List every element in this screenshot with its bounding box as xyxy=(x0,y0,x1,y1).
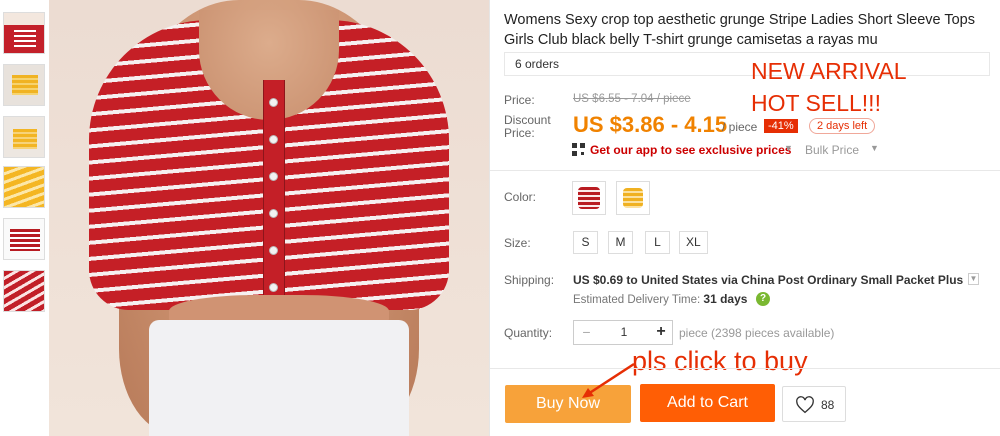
shipping-via: via xyxy=(721,273,738,287)
thumbnail-yellow-fabric[interactable] xyxy=(3,166,45,208)
white-shorts xyxy=(149,320,409,436)
shipping-cost: US $0.69 xyxy=(573,273,624,287)
discount-percent-badge: -41% xyxy=(764,119,798,133)
add-to-cart-button[interactable]: Add to Cart xyxy=(640,384,775,422)
color-swatch-yellow[interactable] xyxy=(616,181,650,215)
shipping-label: Shipping: xyxy=(504,273,555,287)
quantity-input[interactable]: 1 xyxy=(599,321,649,344)
qr-code-icon xyxy=(572,143,585,156)
shirt-button xyxy=(269,209,278,218)
shirt-button xyxy=(269,135,278,144)
orders-count: 6 orders xyxy=(515,57,560,71)
quantity-increase-button[interactable]: + xyxy=(649,321,673,344)
orders-box: 6 orders xyxy=(504,52,990,76)
estimated-delivery-days: 31 days xyxy=(703,292,748,306)
bulk-price-link[interactable]: Bulk Price xyxy=(805,143,859,157)
shipping-details[interactable]: US $0.69 to United States via China Post… xyxy=(573,273,963,287)
thumbnail-strip xyxy=(0,0,50,436)
thumbnail-red-front[interactable] xyxy=(3,12,45,54)
promo-hot-sell: HOT SELL!!! xyxy=(751,90,881,116)
color-swatch-red[interactable] xyxy=(572,181,606,215)
discount-label-line1: Discount xyxy=(504,113,551,127)
size-option-m[interactable]: M xyxy=(608,231,633,254)
shipping-method: China Post Ordinary Small Packet Plus xyxy=(741,273,964,287)
estimated-delivery-label: Estimated Delivery Time: xyxy=(573,294,701,306)
size-option-l[interactable]: L xyxy=(645,231,670,254)
quantity-label: Quantity: xyxy=(504,326,553,340)
quantity-stepper: − 1 + xyxy=(573,320,673,345)
discount-price-label: Discount Price: xyxy=(504,114,551,140)
shipping-destination: United States xyxy=(641,273,718,287)
thumbnail-yellow-front[interactable] xyxy=(3,64,45,106)
product-info-panel: Womens Sexy crop top aesthetic grunge St… xyxy=(490,0,1000,436)
thumbnail-yellow-model[interactable] xyxy=(3,116,45,158)
time-left-badge: 2 days left xyxy=(809,118,876,134)
size-label: Size: xyxy=(504,236,531,250)
shipping-to: to xyxy=(626,273,638,287)
heart-icon xyxy=(796,396,814,414)
red-arrow-annotation xyxy=(582,362,635,398)
product-title: Womens Sexy crop top aesthetic grunge St… xyxy=(504,12,975,48)
wishlist-count: 88 xyxy=(821,398,835,412)
promo-click-note: pls click to buy xyxy=(632,346,808,376)
discount-label-line2: Price: xyxy=(504,126,535,140)
shipping-dropdown-icon[interactable]: ▼ xyxy=(968,273,979,285)
discount-price: US $3.86 - 4.15 xyxy=(573,112,728,137)
size-option-s[interactable]: S xyxy=(573,231,598,254)
thumbnail-red-fabric[interactable] xyxy=(3,270,45,312)
check-icon: ? xyxy=(756,292,770,306)
color-label: Color: xyxy=(504,190,537,204)
wishlist-button[interactable]: 88 xyxy=(782,386,846,422)
price-unit: / piece xyxy=(722,120,758,134)
shirt-placket xyxy=(263,80,285,300)
original-price: US $6.55 - 7.04 / piece xyxy=(573,93,691,105)
size-option-xl[interactable]: XL xyxy=(679,231,708,254)
quantity-decrease-button[interactable]: − xyxy=(574,321,599,344)
shirt-button xyxy=(269,283,278,292)
section-divider xyxy=(490,170,1000,171)
main-product-image xyxy=(49,0,489,436)
shirt-button xyxy=(269,98,278,107)
shirt-button xyxy=(269,172,278,181)
price-label: Price: xyxy=(504,93,535,107)
chevron-down-icon[interactable]: ▼ xyxy=(784,143,793,153)
shirt-button xyxy=(269,246,278,255)
chevron-down-icon[interactable]: ▼ xyxy=(870,143,879,153)
promo-new-arrival: NEW ARRIVAL xyxy=(751,58,907,84)
section-divider xyxy=(490,368,1000,369)
thumbnail-red-flat[interactable] xyxy=(3,218,45,260)
app-exclusive-link[interactable]: Get our app to see exclusive prices xyxy=(590,143,791,157)
quantity-available: piece (2398 pieces available) xyxy=(679,326,835,340)
estimated-delivery: Estimated Delivery Time: 31 days xyxy=(573,292,747,306)
